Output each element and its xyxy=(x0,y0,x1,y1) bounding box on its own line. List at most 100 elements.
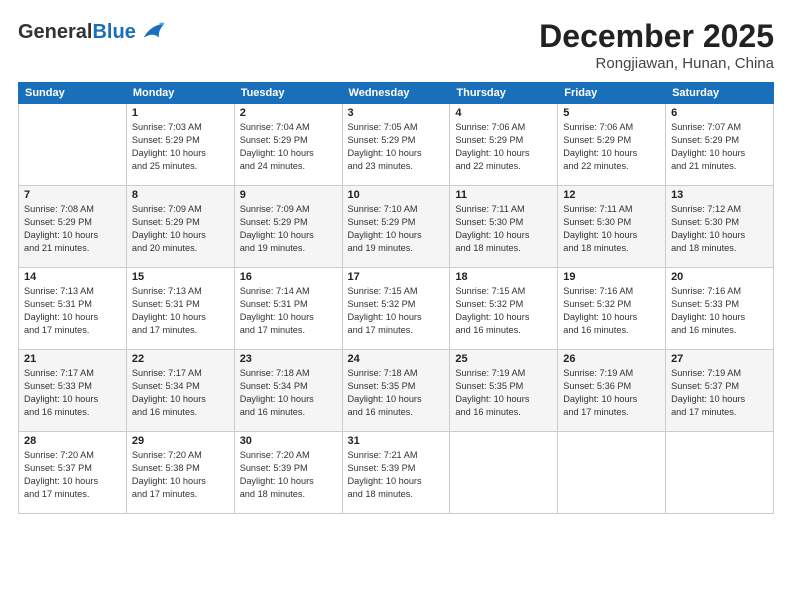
day-info: Sunrise: 7:08 AM Sunset: 5:29 PM Dayligh… xyxy=(24,203,121,255)
logo-bird-icon xyxy=(138,18,166,46)
day-number: 26 xyxy=(563,353,660,365)
header-thursday: Thursday xyxy=(450,83,558,104)
day-number: 9 xyxy=(240,189,337,201)
header: GeneralBlue December 2025 Rongjiawan, Hu… xyxy=(18,18,774,72)
day-cell-18: 18 Sunrise: 7:15 AM Sunset: 5:32 PM Dayli… xyxy=(450,268,558,350)
day-info: Sunrise: 7:19 AM Sunset: 5:36 PM Dayligh… xyxy=(563,367,660,419)
day-cell-29: 29Sunrise: 7:20 AM Sunset: 5:38 PM Dayli… xyxy=(126,432,234,514)
day-number: 19 xyxy=(563,271,660,283)
logo-text: GeneralBlue xyxy=(18,21,136,43)
day-number: 10 xyxy=(348,189,445,201)
day-number: 5 xyxy=(563,107,660,119)
day-cell-23: 23 Sunrise: 7:18 AM Sunset: 5:34 PM Dayli… xyxy=(234,350,342,432)
day-info: Sunrise: 7:04 AM Sunset: 5:29 PM Dayligh… xyxy=(240,121,337,173)
day-info: Sunrise: 7:16 AM Sunset: 5:33 PM Dayligh… xyxy=(671,285,768,337)
day-cell-11: 11Sunrise: 7:11 AM Sunset: 5:30 PM Dayli… xyxy=(450,186,558,268)
day-number: 29 xyxy=(132,435,229,447)
day-info: Sunrise: 7:03 AM Sunset: 5:29 PM Dayligh… xyxy=(132,121,229,173)
day-cell-12: 12Sunrise: 7:11 AM Sunset: 5:30 PM Dayli… xyxy=(558,186,666,268)
day-info: Sunrise: 7:15 AM Sunset: 5:32 PM Dayligh… xyxy=(348,285,445,337)
day-number: 4 xyxy=(455,107,552,119)
day-cell-26: 26 Sunrise: 7:19 AM Sunset: 5:36 PM Dayli… xyxy=(558,350,666,432)
header-saturday: Saturday xyxy=(666,83,774,104)
header-monday: Monday xyxy=(126,83,234,104)
day-number: 31 xyxy=(348,435,445,447)
day-info: Sunrise: 7:18 AM Sunset: 5:35 PM Dayligh… xyxy=(348,367,445,419)
day-number: 2 xyxy=(240,107,337,119)
day-info: Sunrise: 7:14 AM Sunset: 5:31 PM Dayligh… xyxy=(240,285,337,337)
page: GeneralBlue December 2025 Rongjiawan, Hu… xyxy=(0,0,792,612)
day-info: Sunrise: 7:06 AM Sunset: 5:29 PM Dayligh… xyxy=(455,121,552,173)
day-info: Sunrise: 7:12 AM Sunset: 5:30 PM Dayligh… xyxy=(671,203,768,255)
day-info: Sunrise: 7:06 AM Sunset: 5:29 PM Dayligh… xyxy=(563,121,660,173)
week-row-2: 7 Sunrise: 7:08 AM Sunset: 5:29 PM Daylig… xyxy=(19,186,774,268)
day-info: Sunrise: 7:17 AM Sunset: 5:34 PM Dayligh… xyxy=(132,367,229,419)
week-row-1: 1 Sunrise: 7:03 AM Sunset: 5:29 PM Daylig… xyxy=(19,104,774,186)
day-info: Sunrise: 7:18 AM Sunset: 5:34 PM Dayligh… xyxy=(240,367,337,419)
day-info: Sunrise: 7:15 AM Sunset: 5:32 PM Dayligh… xyxy=(455,285,552,337)
day-number: 16 xyxy=(240,271,337,283)
logo-blue: Blue xyxy=(92,21,135,43)
day-info: Sunrise: 7:19 AM Sunset: 5:37 PM Dayligh… xyxy=(671,367,768,419)
day-info: Sunrise: 7:16 AM Sunset: 5:32 PM Dayligh… xyxy=(563,285,660,337)
day-cell-1: 1 Sunrise: 7:03 AM Sunset: 5:29 PM Daylig… xyxy=(126,104,234,186)
day-number: 3 xyxy=(348,107,445,119)
day-cell-13: 13 Sunrise: 7:12 AM Sunset: 5:30 PM Dayli… xyxy=(666,186,774,268)
day-cell-27: 27 Sunrise: 7:19 AM Sunset: 5:37 PM Dayli… xyxy=(666,350,774,432)
day-number: 17 xyxy=(348,271,445,283)
calendar-header-row: SundayMondayTuesdayWednesdayThursdayFrid… xyxy=(19,83,774,104)
day-info: Sunrise: 7:17 AM Sunset: 5:33 PM Dayligh… xyxy=(24,367,121,419)
day-cell-17: 17 Sunrise: 7:15 AM Sunset: 5:32 PM Dayli… xyxy=(342,268,450,350)
day-cell-19: 19 Sunrise: 7:16 AM Sunset: 5:32 PM Dayli… xyxy=(558,268,666,350)
week-row-4: 21 Sunrise: 7:17 AM Sunset: 5:33 PM Dayli… xyxy=(19,350,774,432)
day-number: 11 xyxy=(455,189,552,201)
day-cell-14: 14Sunrise: 7:13 AM Sunset: 5:31 PM Dayli… xyxy=(19,268,127,350)
day-cell-30: 30Sunrise: 7:20 AM Sunset: 5:39 PM Dayli… xyxy=(234,432,342,514)
day-number: 25 xyxy=(455,353,552,365)
day-cell-6: 6 Sunrise: 7:07 AM Sunset: 5:29 PM Daylig… xyxy=(666,104,774,186)
day-info: Sunrise: 7:07 AM Sunset: 5:29 PM Dayligh… xyxy=(671,121,768,173)
day-number: 6 xyxy=(671,107,768,119)
header-friday: Friday xyxy=(558,83,666,104)
empty-cell xyxy=(450,432,558,514)
day-cell-24: 24 Sunrise: 7:18 AM Sunset: 5:35 PM Dayli… xyxy=(342,350,450,432)
day-number: 30 xyxy=(240,435,337,447)
calendar-table: SundayMondayTuesdayWednesdayThursdayFrid… xyxy=(18,82,774,514)
logo: GeneralBlue xyxy=(18,18,166,46)
week-row-3: 14Sunrise: 7:13 AM Sunset: 5:31 PM Dayli… xyxy=(19,268,774,350)
day-number: 23 xyxy=(240,353,337,365)
day-cell-4: 4 Sunrise: 7:06 AM Sunset: 5:29 PM Daylig… xyxy=(450,104,558,186)
day-number: 8 xyxy=(132,189,229,201)
day-cell-2: 2 Sunrise: 7:04 AM Sunset: 5:29 PM Daylig… xyxy=(234,104,342,186)
day-number: 28 xyxy=(24,435,121,447)
day-info: Sunrise: 7:13 AM Sunset: 5:31 PM Dayligh… xyxy=(132,285,229,337)
month-title: December 2025 xyxy=(539,18,774,55)
header-tuesday: Tuesday xyxy=(234,83,342,104)
day-info: Sunrise: 7:10 AM Sunset: 5:29 PM Dayligh… xyxy=(348,203,445,255)
day-number: 18 xyxy=(455,271,552,283)
day-number: 27 xyxy=(671,353,768,365)
day-cell-25: 25Sunrise: 7:19 AM Sunset: 5:35 PM Dayli… xyxy=(450,350,558,432)
day-cell-31: 31Sunrise: 7:21 AM Sunset: 5:39 PM Dayli… xyxy=(342,432,450,514)
empty-cell xyxy=(19,104,127,186)
day-number: 21 xyxy=(24,353,121,365)
day-number: 1 xyxy=(132,107,229,119)
day-cell-8: 8 Sunrise: 7:09 AM Sunset: 5:29 PM Daylig… xyxy=(126,186,234,268)
day-number: 15 xyxy=(132,271,229,283)
day-cell-10: 10 Sunrise: 7:10 AM Sunset: 5:29 PM Dayli… xyxy=(342,186,450,268)
day-cell-20: 20Sunrise: 7:16 AM Sunset: 5:33 PM Dayli… xyxy=(666,268,774,350)
empty-cell xyxy=(558,432,666,514)
day-info: Sunrise: 7:20 AM Sunset: 5:37 PM Dayligh… xyxy=(24,449,121,501)
day-cell-16: 16 Sunrise: 7:14 AM Sunset: 5:31 PM Dayli… xyxy=(234,268,342,350)
header-sunday: Sunday xyxy=(19,83,127,104)
day-info: Sunrise: 7:09 AM Sunset: 5:29 PM Dayligh… xyxy=(132,203,229,255)
day-number: 7 xyxy=(24,189,121,201)
day-number: 13 xyxy=(671,189,768,201)
day-info: Sunrise: 7:09 AM Sunset: 5:29 PM Dayligh… xyxy=(240,203,337,255)
day-number: 24 xyxy=(348,353,445,365)
day-info: Sunrise: 7:13 AM Sunset: 5:31 PM Dayligh… xyxy=(24,285,121,337)
logo-general: General xyxy=(18,21,92,43)
day-number: 12 xyxy=(563,189,660,201)
title-block: December 2025 Rongjiawan, Hunan, China xyxy=(539,18,774,72)
day-cell-15: 15 Sunrise: 7:13 AM Sunset: 5:31 PM Dayli… xyxy=(126,268,234,350)
